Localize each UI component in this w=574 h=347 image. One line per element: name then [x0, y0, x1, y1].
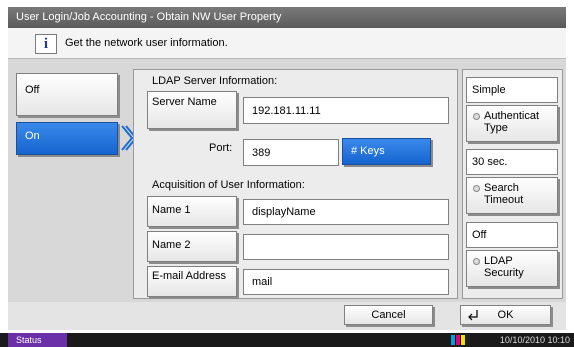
- off-button-label: Off: [25, 84, 40, 96]
- toner-cyan: [451, 335, 455, 345]
- on-button-label: On: [25, 130, 40, 142]
- off-button[interactable]: Off: [16, 73, 118, 116]
- authentication-type-button[interactable]: Authenticat Type: [466, 105, 558, 142]
- server-name-field[interactable]: 192.181.11.11: [243, 97, 449, 124]
- name1-field[interactable]: displayName: [243, 199, 449, 225]
- search-timeout-label: Search Timeout: [484, 182, 524, 206]
- email-address-value: mail: [252, 276, 273, 288]
- email-address-label: E-mail Address: [152, 270, 226, 282]
- ldap-security-button[interactable]: LDAP Security: [466, 250, 558, 287]
- status-tab[interactable]: Status: [8, 333, 67, 347]
- enter-icon: [468, 310, 478, 321]
- main-panel: Off On LDAP Server Information: Server N…: [8, 59, 566, 302]
- ok-button-label: OK: [497, 309, 514, 321]
- email-address-button[interactable]: E-mail Address: [147, 266, 237, 297]
- info-icon: i: [35, 34, 57, 54]
- keys-button[interactable]: # Keys: [342, 138, 431, 165]
- keys-button-label: # Keys: [351, 145, 385, 157]
- window-title: User Login/Job Accounting - Obtain NW Us…: [16, 11, 282, 23]
- port-field[interactable]: 389: [243, 139, 339, 166]
- radio-dot-icon: [473, 185, 480, 192]
- bottom-bar: Cancel OK: [8, 302, 566, 330]
- status-label: Status: [16, 335, 42, 345]
- search-timeout-value: 30: [472, 156, 485, 168]
- ldap-security-value-field: Off: [466, 222, 558, 248]
- toner-magenta: [456, 335, 460, 345]
- on-button[interactable]: On: [16, 122, 118, 155]
- acquisition-section-label: Acquisition of User Information:: [152, 179, 305, 191]
- name2-label: Name 2: [152, 239, 191, 251]
- port-label: Port:: [209, 142, 233, 154]
- radio-dot-icon: [473, 113, 480, 120]
- search-timeout-button[interactable]: Search Timeout: [466, 177, 558, 214]
- name1-value: displayName: [252, 206, 316, 218]
- status-datetime: 10/10/2010 10:10: [499, 335, 570, 345]
- server-name-button[interactable]: Server Name: [147, 91, 237, 129]
- server-name-label: Server Name: [152, 96, 217, 108]
- name1-label: Name 1: [152, 204, 191, 216]
- info-bar: i Get the network user information.: [8, 28, 566, 59]
- name1-button[interactable]: Name 1: [147, 196, 237, 227]
- server-name-value: 192.181.11.11: [252, 104, 321, 117]
- ldap-security-label: LDAP Security: [484, 255, 524, 279]
- toner-yellow: [461, 335, 465, 345]
- authentication-type-label: Authenticat Type: [484, 110, 540, 134]
- window-title-bar: User Login/Job Accounting - Obtain NW Us…: [8, 7, 566, 28]
- ok-button[interactable]: OK: [460, 305, 551, 325]
- status-bar: Status 10/10/2010 10:10: [0, 333, 574, 347]
- name2-button[interactable]: Name 2: [147, 231, 237, 262]
- info-text: Get the network user information.: [65, 37, 228, 49]
- auth-type-value-field: Simple: [466, 77, 558, 103]
- email-address-field[interactable]: mail: [243, 269, 449, 295]
- auth-type-value: Simple: [472, 84, 506, 96]
- search-timeout-unit: sec.: [487, 156, 508, 168]
- toner-level-icon: [451, 335, 470, 345]
- port-value: 389: [252, 146, 271, 159]
- name2-field[interactable]: [243, 234, 449, 260]
- search-timeout-value-field: 30 sec.: [466, 149, 558, 175]
- radio-dot-icon: [473, 258, 480, 265]
- cancel-button[interactable]: Cancel: [344, 305, 433, 325]
- ldap-security-value: Off: [472, 229, 487, 241]
- toner-black: [466, 335, 470, 345]
- ldap-settings-box: LDAP Server Information: Server Name 192…: [133, 69, 458, 299]
- cancel-button-label: Cancel: [371, 309, 406, 321]
- ldap-section-label: LDAP Server Information:: [152, 75, 278, 87]
- options-box: Simple Authenticat Type 30 sec. Search T…: [462, 69, 563, 299]
